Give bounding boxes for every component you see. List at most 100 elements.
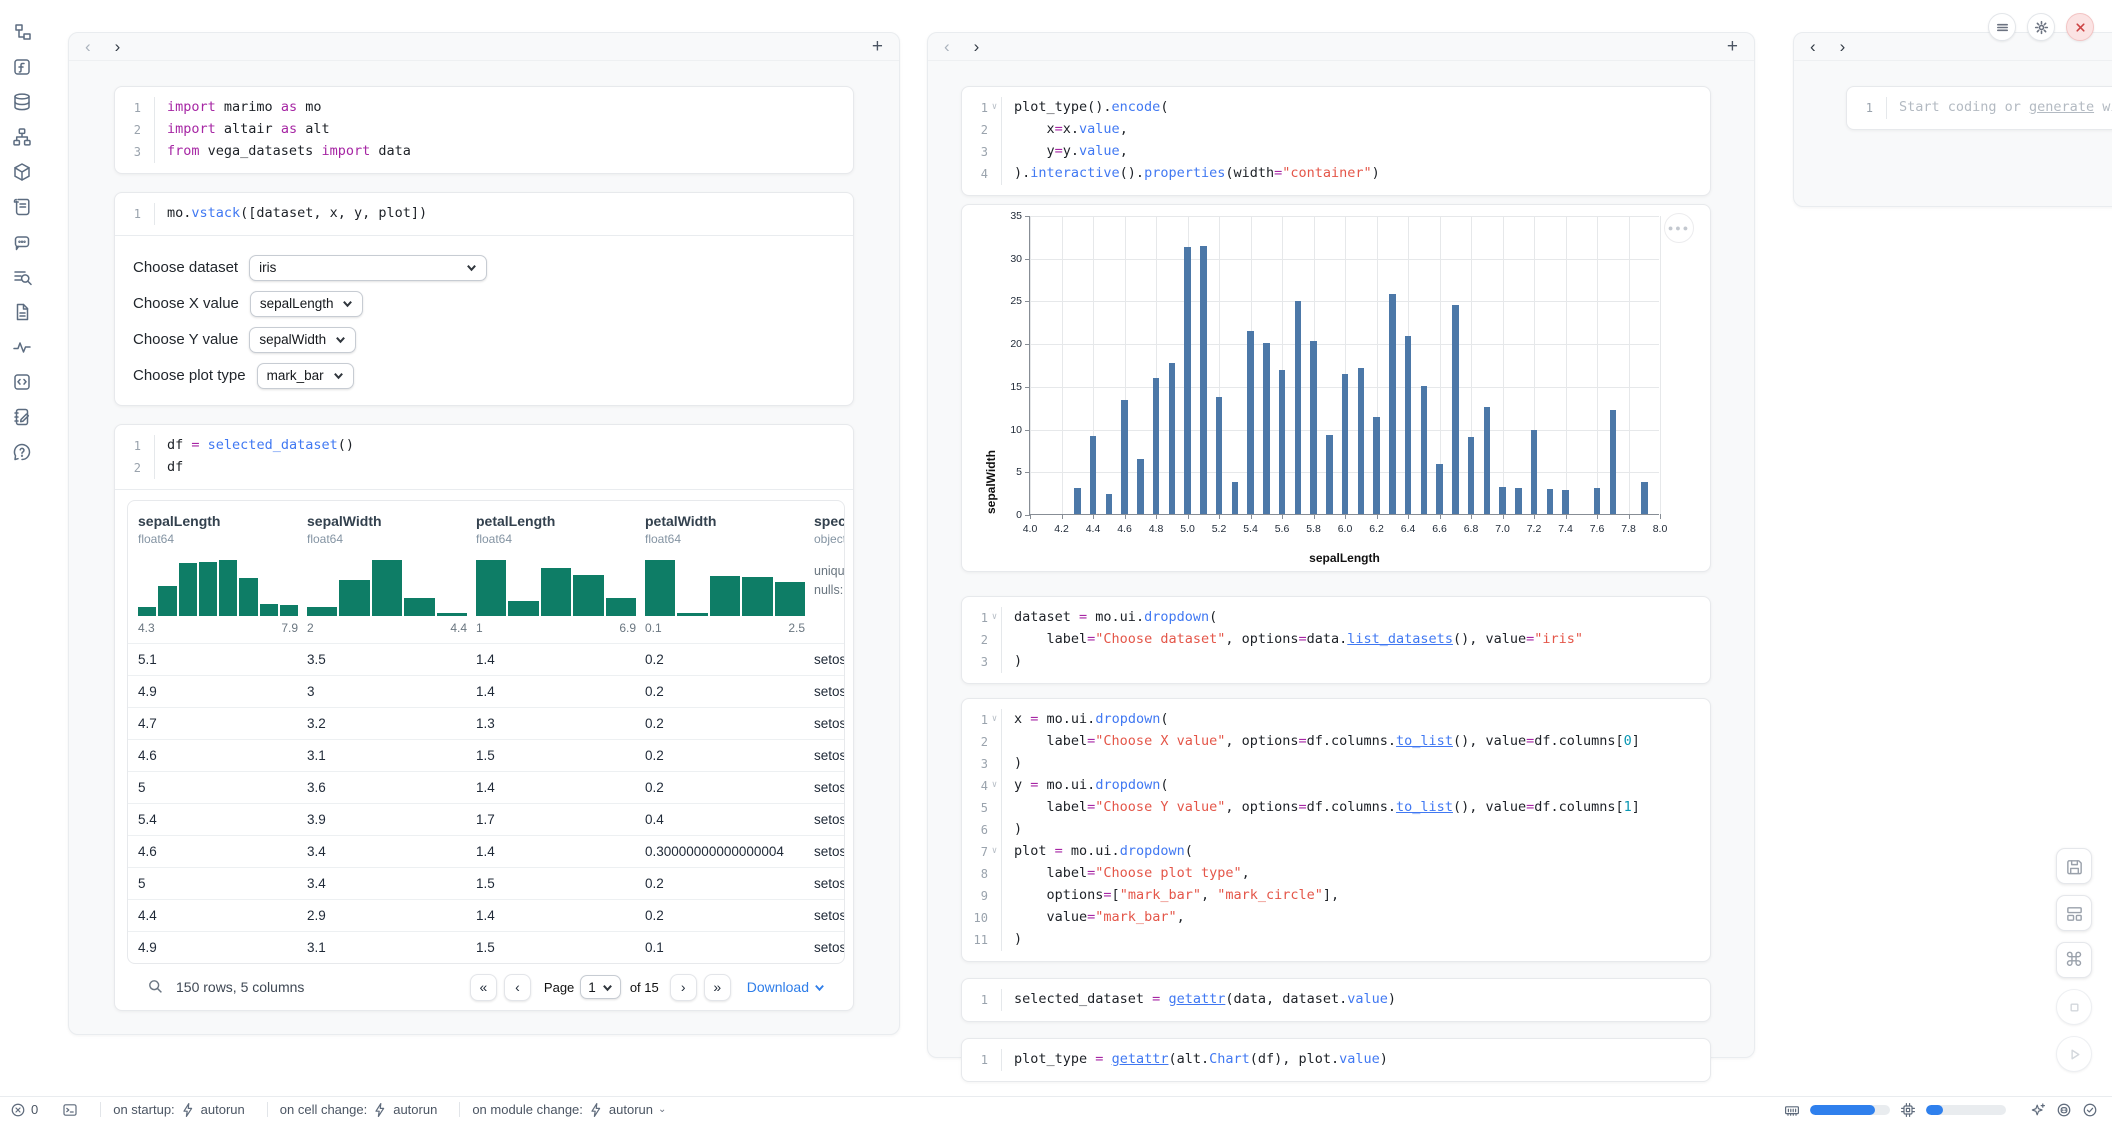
df-code-editor[interactable]: 1df = selected_dataset()2df [115,425,853,489]
table-row: 4.63.11.50.2setosa [128,739,844,771]
plot-type-label: Choose plot type [133,367,246,384]
chart-bar [1090,436,1097,514]
scratchpad-icon[interactable] [12,406,33,427]
code-line: 5 label="Choose Y value", options=df.col… [962,797,1710,819]
xyplot-code-editor[interactable]: 1∨x = mo.ui.dropdown(2 label="Choose X v… [962,699,1710,961]
functions-icon[interactable] [12,56,33,77]
download-button[interactable]: Download [747,979,825,995]
dependency-graph-icon[interactable] [12,126,33,147]
code-line: 8 label="Choose plot type", [962,863,1710,885]
chart-bar [1184,247,1191,514]
panel-back-icon[interactable]: ‹ [85,38,91,55]
column-histogram [307,560,467,616]
chart-bar [1468,437,1475,514]
table-footer: 150 rows, 5 columns « ‹ Page 1 of 15 › »… [127,964,841,1010]
next-page-button[interactable]: › [670,974,697,1001]
code-line: 2 label="Choose X value", options=df.col… [962,731,1710,753]
save-button[interactable] [2056,848,2092,884]
chart-bar [1436,464,1443,514]
column-stats: unique:nulls: [814,562,845,600]
x-value-select[interactable]: sepalLength [250,291,364,317]
total-pages-label: of 15 [630,980,659,995]
chart-bar [1216,397,1223,514]
plot-type-code-editor[interactable]: 1plot_type = getattr(alt.Chart(df), plot… [962,1039,1710,1081]
command-palette-button[interactable]: ⌘ [2056,942,2092,978]
dataset-code-editor[interactable]: 1∨dataset = mo.ui.dropdown(2 label="Choo… [962,597,1710,683]
last-page-button[interactable]: » [704,974,731,1001]
panel-2-forward-icon[interactable]: › [974,38,980,55]
plot-type-select[interactable]: mark_bar [257,363,354,389]
memory-icon [1784,1102,1800,1118]
logs-icon[interactable] [12,196,33,217]
panel-ai-forward-icon[interactable]: › [1840,38,1846,55]
outline-search-icon[interactable] [12,266,33,287]
code-line: 2df [115,457,853,479]
control-row: Choose datasetiris [133,254,853,281]
ai-input[interactable]: 1Start coding or generate with AI [1847,87,2112,129]
menu-button[interactable] [1988,13,2016,41]
connection-status-icon[interactable] [2082,1102,2098,1118]
vstack-output: Choose datasetirisChoose X valuesepalLen… [115,235,853,405]
tracing-icon[interactable] [12,336,33,357]
run-button[interactable] [2056,1036,2092,1072]
chart-bar [1169,363,1176,514]
panel-2-back-icon[interactable]: ‹ [944,38,950,55]
add-cell-button-2[interactable]: + [1727,37,1738,56]
chart-menu-button[interactable]: ●●● [1664,213,1694,243]
code-line: 1Start coding or generate with AI [1847,97,2112,119]
lightning-icon [372,1102,388,1118]
activity-rail [0,0,44,1096]
runtime-cell-change-config[interactable]: on cell change: autorun [280,1102,438,1118]
imports-code-editor[interactable]: 1import marimo as mo2import altair as al… [115,87,853,173]
layout-button[interactable] [2056,895,2092,931]
chart-bar [1247,331,1254,514]
vstack-code-editor[interactable]: 1mo.vstack([dataset, x, y, plot]) [115,193,853,235]
code-line: 2 label="Choose dataset", options=data.l… [962,629,1710,651]
snippets-icon[interactable] [12,371,33,392]
chart-bar [1200,246,1207,514]
packages-icon[interactable] [12,161,33,182]
chart-output[interactable]: sepalWidth sepalLength 4.04.24.44.64.85.… [961,204,1711,572]
panel-ai: ‹ › 1Start coding or generate with AI [1793,32,2112,207]
ai-sparkle-icon[interactable] [2030,1102,2046,1118]
chart-bar [1358,368,1365,514]
code-line: 1selected_dataset = getattr(data, datase… [962,989,1710,1011]
table-row: 5.13.51.40.2setosa [128,643,844,675]
terminal-button[interactable] [62,1102,78,1118]
y-value-select[interactable]: sepalWidth [249,327,356,353]
chart-bar [1641,482,1648,514]
file-tree-icon[interactable] [12,21,33,42]
settings-button[interactable] [2027,13,2055,41]
table-row: 4.931.40.2setosa [128,675,844,707]
panel-notebook: ‹ › + 1import marimo as mo2import altair… [68,32,900,1035]
add-cell-button[interactable]: + [872,37,883,56]
selected-dataset-code-editor[interactable]: 1selected_dataset = getattr(data, datase… [962,979,1710,1021]
dataset-select[interactable]: iris [249,255,487,281]
panel-2-header: ‹ › + [928,33,1754,61]
copilot-icon[interactable] [2056,1102,2072,1118]
panel-ai-back-icon[interactable]: ‹ [1810,38,1816,55]
data-sources-icon[interactable] [12,91,33,112]
runtime-startup-config[interactable]: on startup: autorun [113,1102,245,1118]
help-icon[interactable] [12,441,33,462]
runtime-module-change-config[interactable]: on module change: autorun ⌄ [472,1102,666,1118]
table-search-icon[interactable] [147,978,163,997]
cpu-usage-bar [1926,1105,2006,1115]
code-line: 3) [962,651,1710,673]
plot-code-editor[interactable]: 1∨plot_type().encode(2 x=x.value,3 y=y.v… [962,87,1710,195]
stop-button[interactable] [2056,989,2092,1025]
close-button[interactable] [2066,13,2094,41]
page-select[interactable]: 1 [580,975,621,999]
error-indicator[interactable]: 0 [10,1102,38,1118]
bar-chart[interactable]: sepalWidth sepalLength 4.04.24.44.64.85.… [1029,216,1659,515]
first-page-button[interactable]: « [470,974,497,1001]
prev-page-button[interactable]: ‹ [504,974,531,1001]
documentation-icon[interactable] [12,301,33,322]
panel-forward-icon[interactable]: › [115,38,121,55]
column-header-sepalLength: sepalLengthfloat644.37.9 [138,513,307,635]
code-line: 10 value="mark_bar", [962,907,1710,929]
ai-chat-icon[interactable] [12,231,33,252]
table-row: 4.93.11.50.1setosa [128,931,844,963]
column-header-species: speciesobjectunique:nulls: [814,513,845,635]
code-line: 7∨plot = mo.ui.dropdown( [962,841,1710,863]
